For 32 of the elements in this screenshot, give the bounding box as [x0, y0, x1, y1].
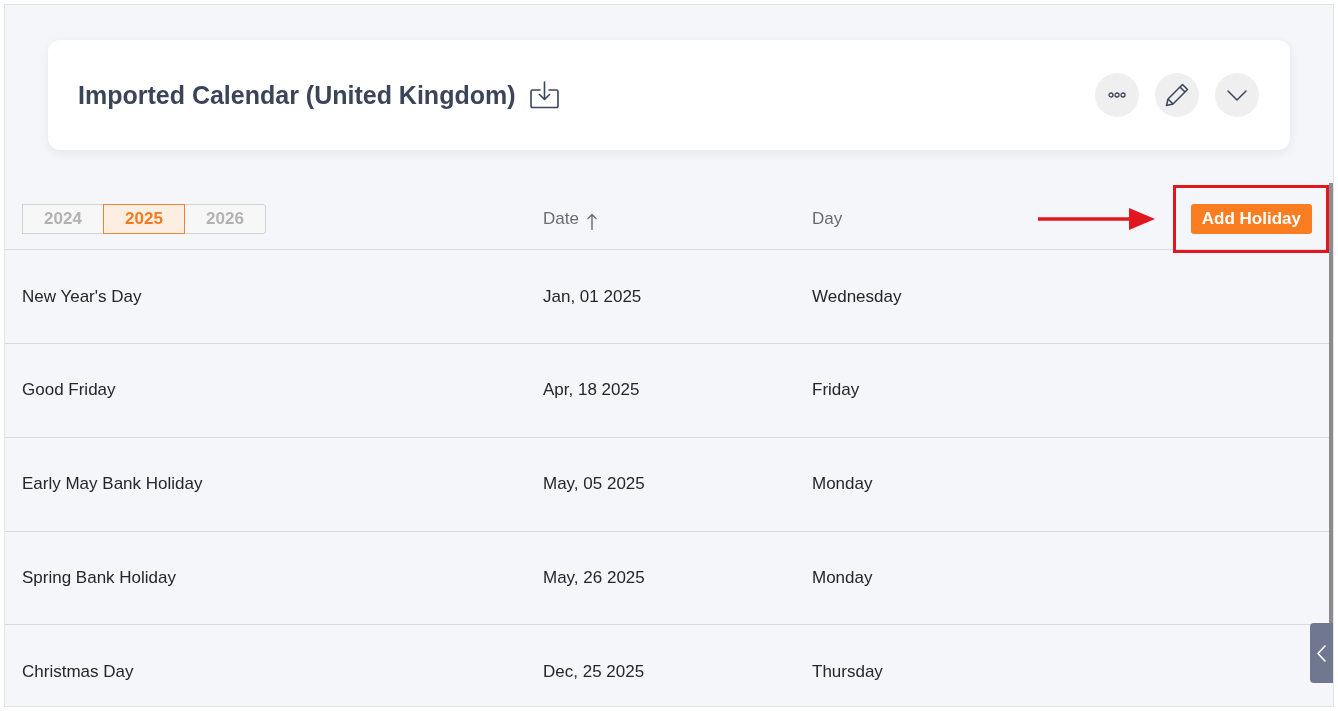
- scrollbar[interactable]: [1329, 183, 1333, 623]
- edit-button[interactable]: [1155, 73, 1199, 117]
- add-holiday-button[interactable]: Add Holiday: [1190, 204, 1312, 234]
- chevron-down-icon: [1227, 89, 1247, 101]
- day-cell: Monday: [812, 474, 873, 494]
- year-tab[interactable]: 2025: [103, 204, 185, 234]
- year-tab[interactable]: 2024: [22, 204, 104, 234]
- year-tab[interactable]: 2026: [184, 204, 266, 234]
- more-icon: [1108, 92, 1126, 98]
- date-cell: Dec, 25 2025: [543, 661, 645, 682]
- holiday-name-cell: Early May Bank Holiday: [22, 474, 203, 494]
- day-cell: Monday: [812, 567, 873, 588]
- expand-button[interactable]: [1215, 73, 1259, 117]
- holiday-name-cell: New Year's Day: [22, 286, 142, 307]
- holiday-name-cell: Christmas Day: [22, 661, 134, 682]
- day-cell: Friday: [812, 380, 860, 401]
- date-cell: Apr, 18 2025: [543, 380, 640, 401]
- pencil-icon: [1165, 83, 1189, 107]
- day-cell: Wednesday: [812, 286, 902, 307]
- column-header[interactable]: Date: [543, 209, 579, 229]
- day-cell: Thursday: [812, 661, 883, 682]
- date-cell: Jan, 01 2025: [543, 286, 642, 307]
- column-header[interactable]: Day: [812, 209, 843, 229]
- date-cell: May, 05 2025: [543, 474, 645, 494]
- date-cell: May, 26 2025: [543, 567, 645, 588]
- holiday-name-cell: Spring Bank Holiday: [22, 567, 177, 588]
- chevron-left-icon: [1317, 644, 1326, 662]
- card-title: Imported Calendar (United Kingdom): [78, 80, 516, 110]
- more-button[interactable]: [1095, 73, 1139, 117]
- holiday-name-cell: Good Friday: [22, 380, 116, 401]
- collapse-tab[interactable]: [1310, 623, 1333, 683]
- download-icon[interactable]: [528, 81, 560, 109]
